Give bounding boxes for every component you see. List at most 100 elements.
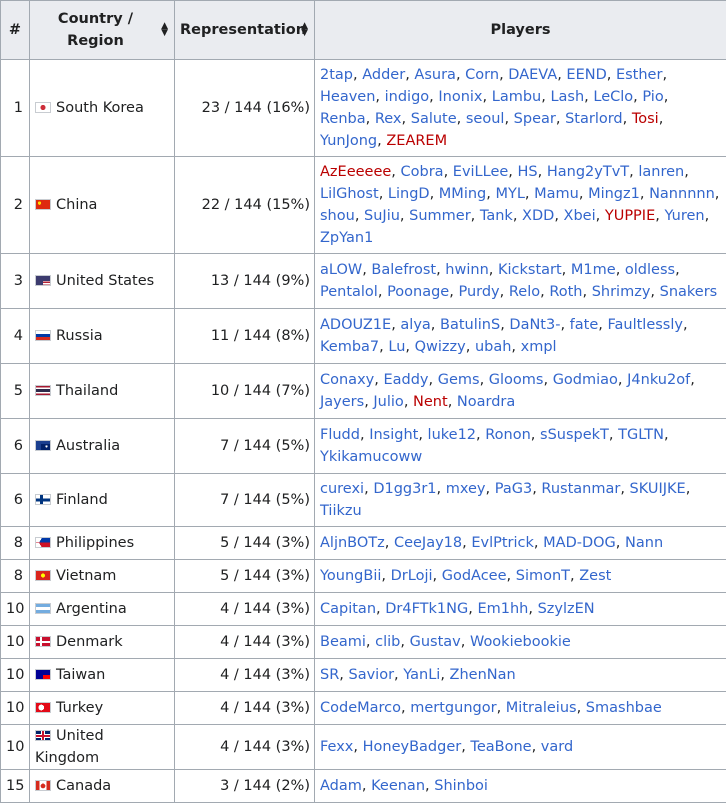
player-link[interactable]: Julio <box>373 394 403 410</box>
player-link[interactable]: vard <box>541 739 573 755</box>
player-link[interactable]: Poonage <box>387 284 449 300</box>
player-link[interactable]: Dr4FTk1NG <box>385 601 468 617</box>
player-link[interactable]: alya <box>400 317 430 333</box>
player-link[interactable]: xmpl <box>521 339 557 355</box>
player-link[interactable]: Fexx <box>320 739 353 755</box>
player-link[interactable]: AljnBOTz <box>320 535 385 551</box>
player-link[interactable]: Lash <box>550 89 584 105</box>
player-link[interactable]: TeaBone <box>470 739 531 755</box>
player-link[interactable]: Savior <box>349 667 395 683</box>
player-link[interactable]: Spear <box>514 111 556 127</box>
player-link[interactable]: DAEVA <box>508 67 557 83</box>
player-link[interactable]: MMing <box>439 186 486 202</box>
player-link[interactable]: sSuspekT <box>540 427 609 443</box>
player-link[interactable]: HoneyBadger <box>363 739 462 755</box>
player-link[interactable]: Inonix <box>438 89 482 105</box>
player-link[interactable]: GodAcee <box>442 568 507 584</box>
player-link[interactable]: Faultlessly <box>608 317 683 333</box>
player-link[interactable]: Nent <box>413 394 448 410</box>
header-country[interactable]: Country / Region ▲▼ <box>30 1 175 60</box>
player-link[interactable]: Renba <box>320 111 366 127</box>
sort-icon[interactable]: ▲▼ <box>161 23 168 37</box>
player-link[interactable]: Salute <box>411 111 457 127</box>
player-link[interactable]: DrLoji <box>391 568 433 584</box>
player-link[interactable]: seoul <box>466 111 505 127</box>
player-link[interactable]: Kemba7 <box>320 339 379 355</box>
player-link[interactable]: Tank <box>480 208 513 224</box>
player-link[interactable]: Balefrost <box>371 262 436 278</box>
player-link[interactable]: Xbei <box>564 208 596 224</box>
player-link[interactable]: fate <box>570 317 599 333</box>
player-link[interactable]: MAD-DOG <box>543 535 616 551</box>
player-link[interactable]: Adder <box>362 67 405 83</box>
player-link[interactable]: Zest <box>579 568 611 584</box>
player-link[interactable]: Pentalol <box>320 284 378 300</box>
player-link[interactable]: Asura <box>414 67 456 83</box>
player-link[interactable]: curexi <box>320 481 364 497</box>
player-link[interactable]: Gustav <box>410 634 461 650</box>
player-link[interactable]: Jayers <box>320 394 364 410</box>
player-link[interactable]: Yuren <box>664 208 704 224</box>
player-link[interactable]: J4nku2of <box>627 372 690 388</box>
player-link[interactable]: Nann <box>625 535 663 551</box>
player-link[interactable]: HS <box>518 164 538 180</box>
player-link[interactable]: YunJong <box>320 133 377 149</box>
player-link[interactable]: oldless <box>625 262 675 278</box>
player-link[interactable]: Noardra <box>457 394 515 410</box>
player-link[interactable]: ubah <box>475 339 511 355</box>
player-link[interactable]: XDD <box>522 208 554 224</box>
player-link[interactable]: YanLi <box>403 667 440 683</box>
player-link[interactable]: Fludd <box>320 427 360 443</box>
player-link[interactable]: TGLTN <box>618 427 664 443</box>
player-link[interactable]: YUPPIE <box>605 208 655 224</box>
player-link[interactable]: EEND <box>566 67 606 83</box>
player-link[interactable]: AzEeeeee <box>320 164 391 180</box>
player-link[interactable]: ZpYan1 <box>320 230 373 246</box>
player-link[interactable]: Nannnnn <box>649 186 715 202</box>
player-link[interactable]: Lambu <box>492 89 541 105</box>
player-link[interactable]: Ronon <box>485 427 531 443</box>
player-link[interactable]: Snakers <box>660 284 718 300</box>
player-link[interactable]: M1me <box>571 262 616 278</box>
player-link[interactable]: SKUIJKE <box>630 481 686 497</box>
player-link[interactable]: 2tap <box>320 67 353 83</box>
player-link[interactable]: Esther <box>616 67 662 83</box>
player-link[interactable]: ZEAREM <box>386 133 447 149</box>
player-link[interactable]: LingD <box>388 186 430 202</box>
player-link[interactable]: EviLLee <box>453 164 509 180</box>
player-link[interactable]: Corn <box>465 67 499 83</box>
player-link[interactable]: hwinn <box>445 262 488 278</box>
player-link[interactable]: Ykikamucoww <box>320 449 422 465</box>
player-link[interactable]: D1gg3r1 <box>373 481 436 497</box>
player-link[interactable]: SimonT <box>516 568 570 584</box>
player-link[interactable]: Rustanmar <box>541 481 620 497</box>
player-link[interactable]: EvlPtrick <box>471 535 534 551</box>
player-link[interactable]: mertgungor <box>410 700 496 716</box>
player-link[interactable]: Mamu <box>534 186 579 202</box>
player-link[interactable]: Shinboi <box>434 778 488 794</box>
player-link[interactable]: LilGhost <box>320 186 379 202</box>
player-link[interactable]: Summer <box>409 208 471 224</box>
player-link[interactable]: Rex <box>375 111 402 127</box>
player-link[interactable]: Tiikzu <box>320 503 362 519</box>
player-link[interactable]: Hang2yTvT <box>547 164 629 180</box>
player-link[interactable]: YoungBii <box>320 568 381 584</box>
player-link[interactable]: Eaddy <box>383 372 428 388</box>
player-link[interactable]: Keenan <box>371 778 425 794</box>
player-link[interactable]: Mitraleius <box>506 700 577 716</box>
player-link[interactable]: lanren <box>638 164 684 180</box>
player-link[interactable]: ZhenNan <box>450 667 516 683</box>
player-link[interactable]: Kickstart <box>498 262 562 278</box>
player-link[interactable]: mxey <box>446 481 486 497</box>
player-link[interactable]: indigo <box>385 89 430 105</box>
player-link[interactable]: Mingz1 <box>588 186 640 202</box>
player-link[interactable]: Pio <box>642 89 663 105</box>
player-link[interactable]: Beami <box>320 634 366 650</box>
player-link[interactable]: Purdy <box>458 284 499 300</box>
player-link[interactable]: Smashbae <box>586 700 662 716</box>
player-link[interactable]: Lu <box>388 339 405 355</box>
player-link[interactable]: DaNt3- <box>509 317 560 333</box>
player-link[interactable]: shou <box>320 208 355 224</box>
player-link[interactable]: Tosi <box>632 111 659 127</box>
player-link[interactable]: Relo <box>509 284 540 300</box>
